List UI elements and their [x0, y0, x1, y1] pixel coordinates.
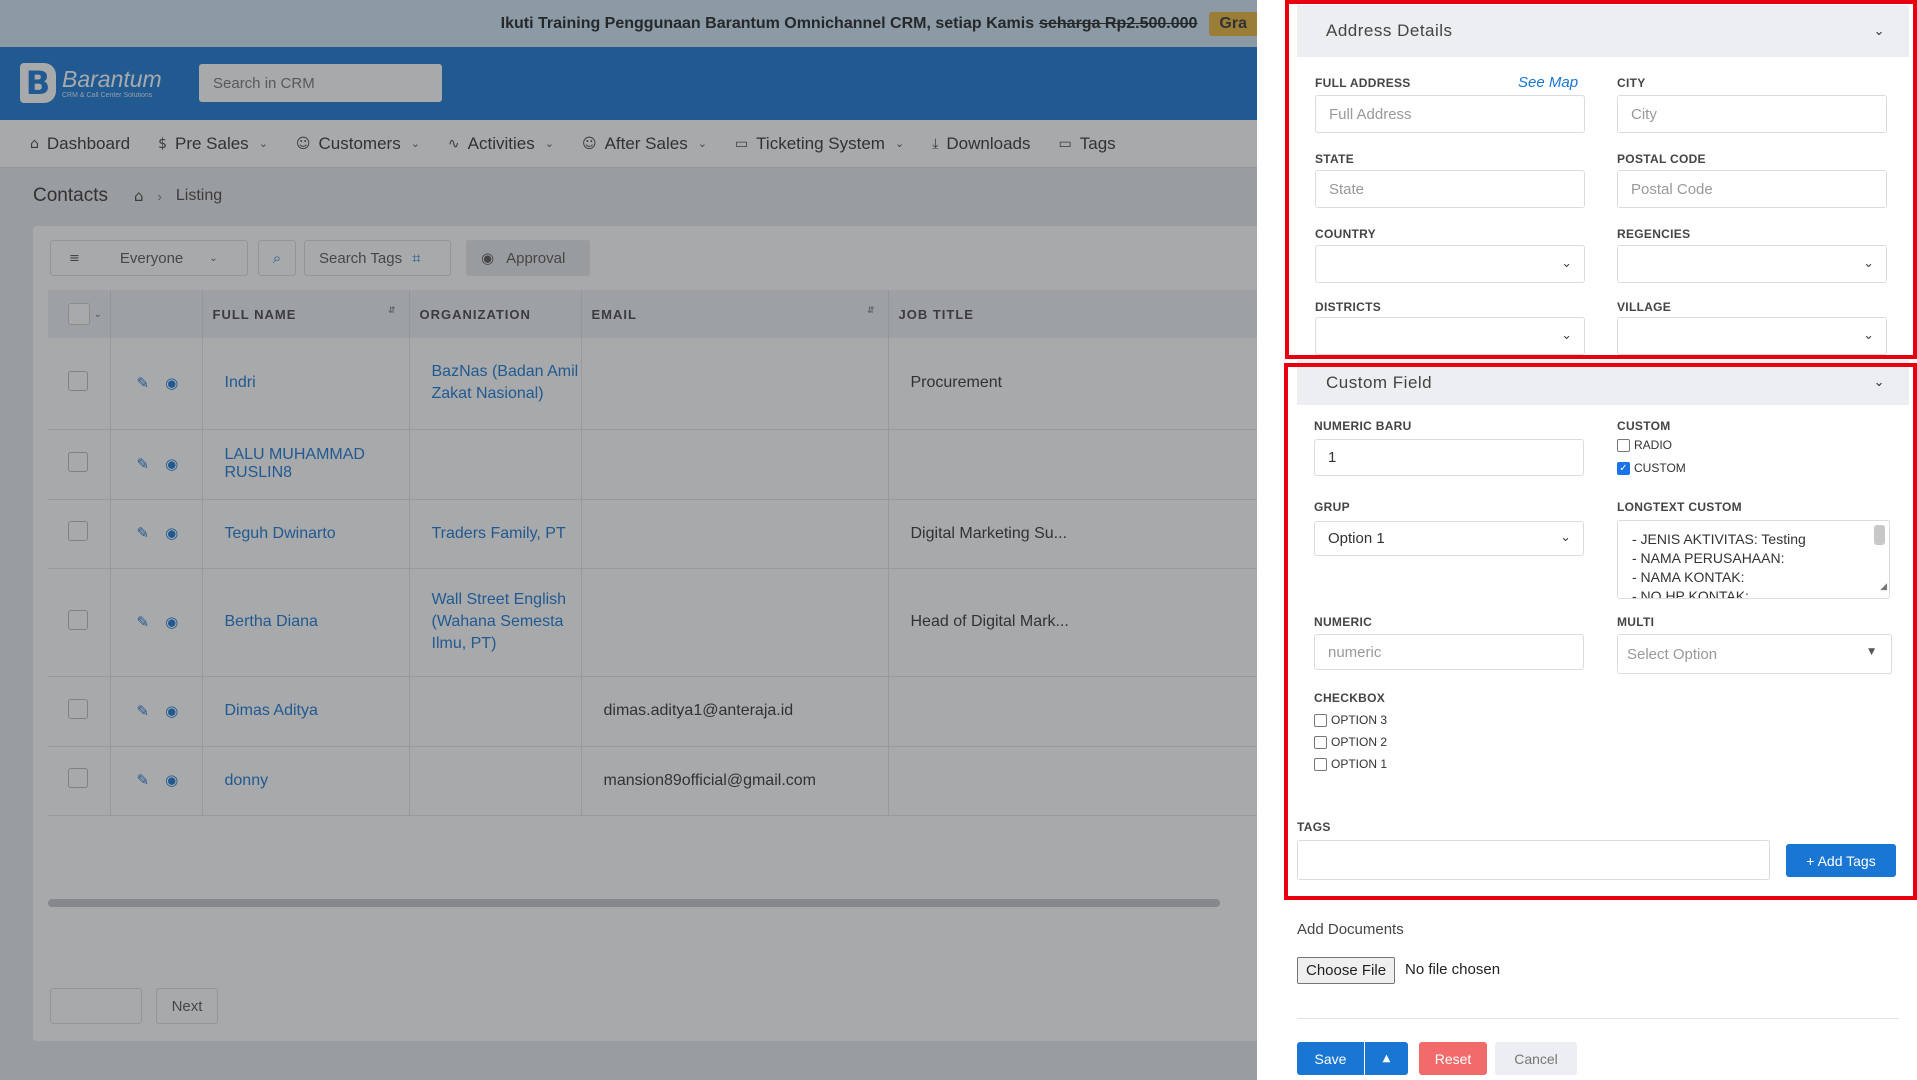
numeric-baru-input[interactable]: 1 — [1314, 439, 1584, 476]
grup-select[interactable]: Option 1 ⌄ — [1314, 521, 1584, 556]
edit-contact-drawer: Address Details ⌄ FULL ADDRESS See Map F… — [1257, 0, 1917, 1080]
divider — [1297, 1018, 1899, 1019]
custom-field-title: Custom Field — [1326, 372, 1433, 392]
option-label: OPTION 3 — [1331, 713, 1388, 727]
longtext-custom-label: LONGTEXT CUSTOM — [1617, 500, 1742, 514]
option-checkbox[interactable] — [1617, 438, 1630, 452]
multi-select[interactable]: Select Option ▼ — [1617, 634, 1892, 674]
numeric-label: NUMERIC — [1314, 615, 1373, 629]
regencies-select[interactable]: ⌄ — [1617, 245, 1887, 283]
checkbox-option-1[interactable]: OPTION 1 — [1314, 757, 1387, 771]
option-label: RADIO — [1634, 438, 1673, 452]
numeric-input[interactable]: numeric — [1314, 634, 1584, 670]
custom-option-radio[interactable]: RADIO — [1617, 438, 1672, 452]
add-tags-button[interactable]: + Add Tags — [1786, 844, 1896, 877]
multi-label: MULTI — [1617, 615, 1655, 629]
option-label: CUSTOM — [1634, 461, 1686, 475]
numeric-baru-label: NUMERIC BARU — [1314, 419, 1412, 433]
option-checkbox[interactable] — [1314, 713, 1327, 727]
add-documents-label: Add Documents — [1297, 921, 1404, 938]
save-options-caret-icon[interactable]: ▲ — [1365, 1042, 1408, 1075]
custom-field-header[interactable]: Custom Field ⌄ — [1297, 360, 1909, 405]
village-label: VILLAGE — [1617, 300, 1672, 314]
chevron-down-icon: ⌄ — [1863, 328, 1874, 343]
no-file-chosen-text: No file chosen — [1405, 961, 1501, 978]
address-details-title: Address Details — [1326, 21, 1453, 40]
reset-button[interactable]: Reset — [1419, 1042, 1487, 1075]
longtext-content: - JENIS AKTIVITAS: Testing - NAMA PERUSAH… — [1632, 530, 1889, 599]
option-checkbox[interactable] — [1314, 757, 1327, 771]
chevron-down-icon: ⌄ — [1561, 328, 1572, 343]
crm-background-app: Ikuti Training Penggunaan Barantum Omnic… — [0, 0, 1257, 1080]
cancel-button[interactable]: Cancel — [1495, 1042, 1577, 1075]
state-label: STATE — [1315, 152, 1355, 166]
checkbox-option-2[interactable]: OPTION 2 — [1314, 735, 1387, 749]
districts-label: DISTRICTS — [1315, 300, 1382, 314]
city-input[interactable]: City — [1617, 95, 1887, 133]
textarea-scrollbar[interactable] — [1874, 525, 1885, 545]
chevron-down-icon: ⌄ — [1560, 530, 1571, 545]
chevron-down-icon: ⌄ — [1561, 256, 1572, 271]
village-select[interactable]: ⌄ — [1617, 317, 1887, 355]
chevron-down-icon[interactable]: ⌄ — [1874, 375, 1885, 390]
checkbox-option-3[interactable]: OPTION 3 — [1314, 713, 1387, 727]
caret-down-icon: ▼ — [1868, 647, 1875, 657]
see-map-link[interactable]: See Map — [1518, 74, 1578, 91]
longtext-custom-textarea[interactable]: - JENIS AKTIVITAS: Testing - NAMA PERUSAH… — [1617, 520, 1890, 599]
option-checkbox[interactable]: ✓ — [1617, 461, 1630, 475]
option-label: OPTION 1 — [1331, 757, 1388, 771]
state-input[interactable]: State — [1315, 170, 1585, 208]
tags-label: TAGS — [1297, 820, 1331, 834]
postal-code-input[interactable]: Postal Code — [1617, 170, 1887, 208]
tags-input[interactable] — [1297, 840, 1770, 880]
postal-code-label: POSTAL CODE — [1617, 152, 1706, 166]
custom-option-custom[interactable]: ✓ CUSTOM — [1617, 461, 1686, 475]
chevron-down-icon[interactable]: ⌄ — [1874, 24, 1885, 39]
regencies-label: REGENCIES — [1617, 227, 1691, 241]
option-label: OPTION 2 — [1331, 735, 1388, 749]
option-checkbox[interactable] — [1314, 735, 1327, 749]
checkbox-label: CHECKBOX — [1314, 691, 1386, 705]
chevron-down-icon: ⌄ — [1863, 256, 1874, 271]
full-address-input[interactable]: Full Address — [1315, 95, 1585, 133]
full-address-label: FULL ADDRESS — [1315, 76, 1411, 90]
modal-overlay[interactable] — [0, 0, 1257, 1080]
longtext-line: - NAMA PERUSAHAAN: — [1632, 550, 1785, 566]
city-label: CITY — [1617, 76, 1646, 90]
grup-value: Option 1 — [1328, 530, 1385, 547]
address-details-header[interactable]: Address Details ⌄ — [1297, 5, 1909, 57]
country-select[interactable]: ⌄ — [1315, 245, 1585, 283]
custom-label: CUSTOM — [1617, 419, 1671, 433]
multi-placeholder: Select Option — [1627, 645, 1718, 663]
choose-file-button[interactable]: Choose File — [1297, 957, 1396, 984]
longtext-line: - JENIS AKTIVITAS: Testing — [1632, 531, 1806, 547]
save-button[interactable]: Save — [1297, 1042, 1364, 1075]
longtext-line: - NO HP KONTAK: — [1632, 588, 1749, 599]
country-label: COUNTRY — [1315, 227, 1376, 241]
districts-select[interactable]: ⌄ — [1315, 317, 1585, 355]
longtext-line: - NAMA KONTAK: — [1632, 569, 1745, 585]
resize-handle-icon[interactable]: ◢ — [1880, 578, 1887, 597]
grup-label: GRUP — [1314, 500, 1350, 514]
